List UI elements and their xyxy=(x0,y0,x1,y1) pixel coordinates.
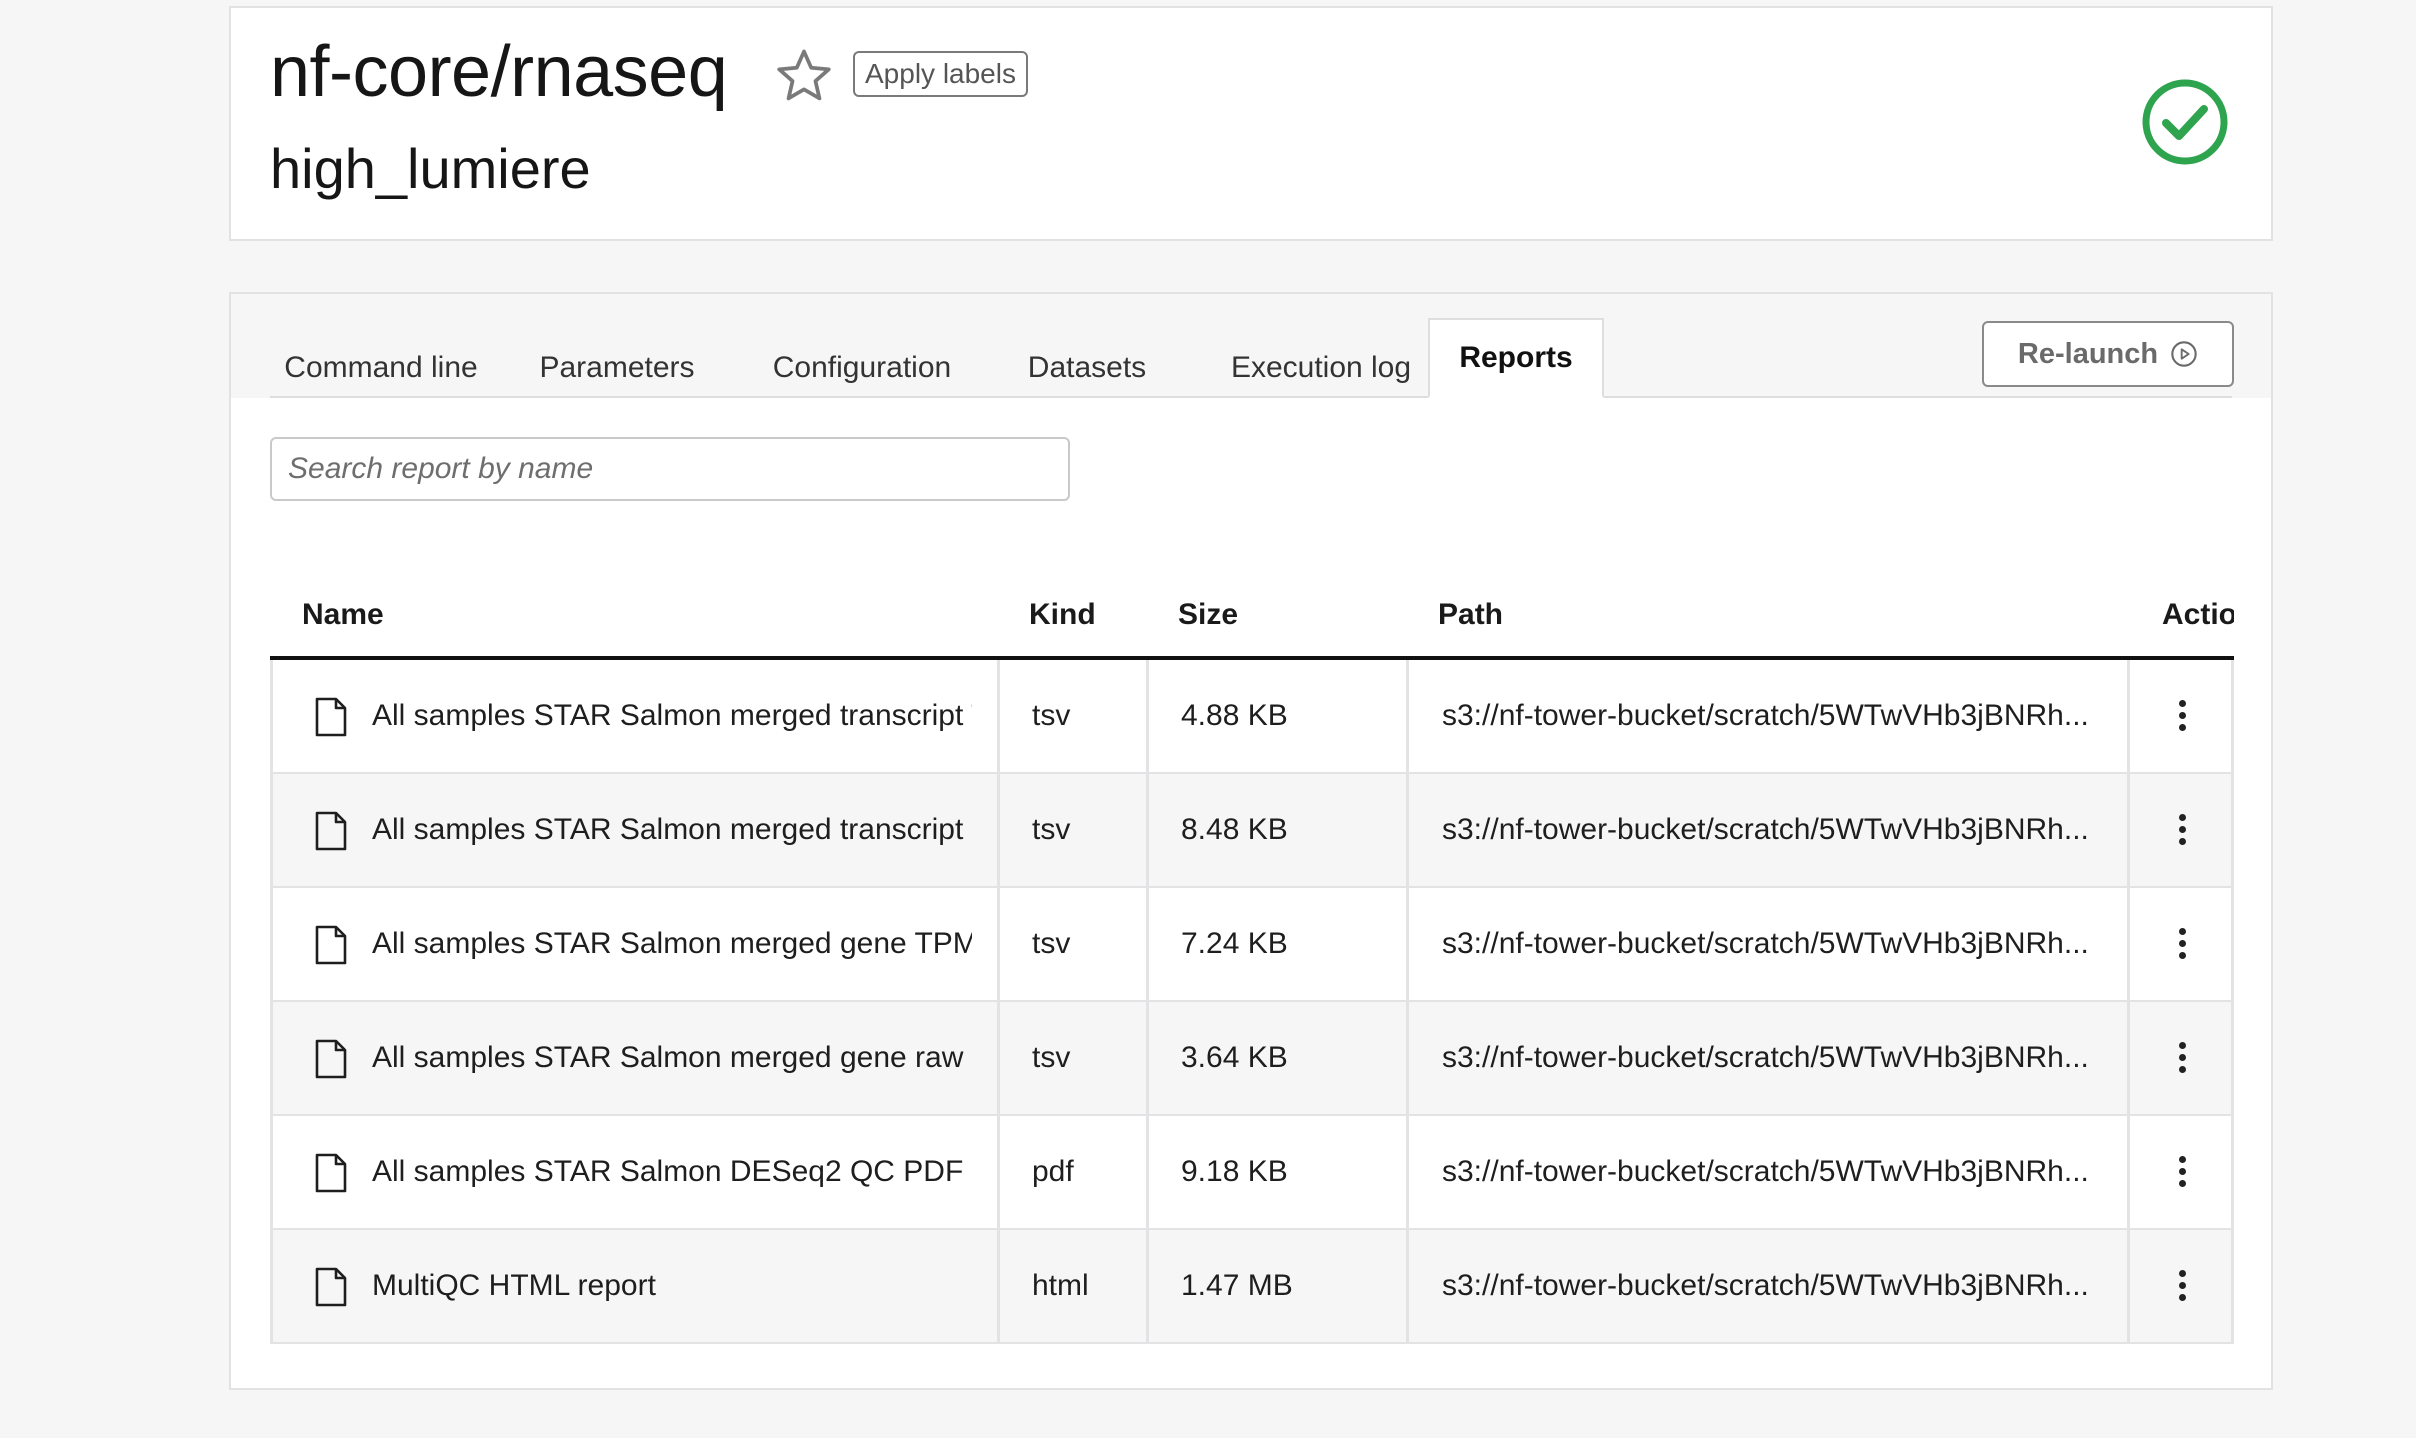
report-name: All samples STAR Salmon merged transcrip… xyxy=(372,813,972,846)
table-row[interactable]: MultiQC HTML report html 1.47 MB s3://nf… xyxy=(270,1230,2234,1344)
report-path: s3://nf-tower-bucket/scratch/5WTwVHb3jBN… xyxy=(1406,1116,2127,1228)
report-kind: tsv xyxy=(997,888,1146,1000)
search-input[interactable] xyxy=(270,437,1070,501)
apply-labels-button[interactable]: Apply labels xyxy=(853,51,1028,97)
table-row[interactable]: All samples STAR Salmon merged gene raw … xyxy=(270,1002,2234,1116)
star-icon[interactable] xyxy=(772,44,836,108)
report-kind: pdf xyxy=(997,1116,1146,1228)
report-name-cell[interactable]: All samples STAR Salmon merged gene TPM xyxy=(270,888,997,1000)
actions-cell xyxy=(2127,660,2234,772)
report-name: MultiQC HTML report xyxy=(372,1269,656,1302)
more-vertical-icon[interactable] xyxy=(2176,1270,2188,1302)
report-name-cell[interactable]: All samples STAR Salmon merged transcrip… xyxy=(270,774,997,886)
table-body: All samples STAR Salmon merged transcrip… xyxy=(270,660,2234,1344)
more-vertical-icon[interactable] xyxy=(2176,1156,2188,1188)
report-size: 3.64 KB xyxy=(1146,1002,1406,1114)
table-row[interactable]: All samples STAR Salmon DESeq2 QC PDF pl… xyxy=(270,1116,2234,1230)
report-path: s3://nf-tower-bucket/scratch/5WTwVHb3jBN… xyxy=(1406,1230,2127,1342)
report-path: s3://nf-tower-bucket/scratch/5WTwVHb3jBN… xyxy=(1406,1002,2127,1114)
report-name-cell[interactable]: All samples STAR Salmon merged gene raw … xyxy=(270,1002,997,1114)
report-kind: html xyxy=(997,1230,1146,1342)
report-path: s3://nf-tower-bucket/scratch/5WTwVHb3jBN… xyxy=(1406,660,2127,772)
file-icon xyxy=(315,697,347,737)
column-header-path[interactable]: Path xyxy=(1438,574,1503,656)
column-header-actions: Actions xyxy=(2162,598,2234,631)
report-kind: tsv xyxy=(997,660,1146,772)
tab-divider xyxy=(270,396,2232,398)
report-name: All samples STAR Salmon merged gene raw … xyxy=(372,1041,972,1074)
report-size: 1.47 MB xyxy=(1146,1230,1406,1342)
more-vertical-icon[interactable] xyxy=(2176,700,2188,732)
tab-datasets[interactable]: Datasets xyxy=(1007,338,1167,398)
file-icon xyxy=(315,925,347,965)
report-size: 7.24 KB xyxy=(1146,888,1406,1000)
report-path: s3://nf-tower-bucket/scratch/5WTwVHb3jBN… xyxy=(1406,888,2127,1000)
column-header-kind[interactable]: Kind xyxy=(1029,574,1096,656)
more-vertical-icon[interactable] xyxy=(2176,814,2188,846)
actions-cell xyxy=(2127,888,2234,1000)
tab-execution-log[interactable]: Execution log xyxy=(1191,338,1451,398)
report-kind: tsv xyxy=(997,774,1146,886)
file-icon xyxy=(315,1153,347,1193)
table-header: Name Kind Size Path Actions xyxy=(270,574,2234,660)
report-name-cell[interactable]: MultiQC HTML report xyxy=(270,1230,997,1342)
play-circle-icon xyxy=(2171,341,2197,367)
report-name: All samples STAR Salmon DESeq2 QC PDF pl… xyxy=(372,1155,972,1188)
column-header-size[interactable]: Size xyxy=(1178,574,1238,656)
table-row[interactable]: All samples STAR Salmon merged gene TPM … xyxy=(270,888,2234,1002)
run-header: nf-core/rnaseq Apply labels high_lumiere xyxy=(229,6,2273,241)
report-size: 4.88 KB xyxy=(1146,660,1406,772)
file-icon xyxy=(315,811,347,851)
report-name-cell[interactable]: All samples STAR Salmon merged transcrip… xyxy=(270,660,997,772)
report-kind: tsv xyxy=(997,1002,1146,1114)
file-icon xyxy=(315,1039,347,1079)
actions-cell xyxy=(2127,774,2234,886)
actions-cell xyxy=(2127,1230,2234,1342)
actions-cell xyxy=(2127,1002,2234,1114)
relaunch-button[interactable]: Re-launch xyxy=(1982,321,2234,387)
report-size: 8.48 KB xyxy=(1146,774,1406,886)
tab-parameters[interactable]: Parameters xyxy=(517,338,717,398)
more-vertical-icon[interactable] xyxy=(2176,1042,2188,1074)
column-header-name[interactable]: Name xyxy=(302,574,384,656)
tab-reports[interactable]: Reports xyxy=(1428,318,1604,398)
pipeline-title: nf-core/rnaseq xyxy=(270,32,728,112)
run-name: high_lumiere xyxy=(270,137,591,200)
report-size: 9.18 KB xyxy=(1146,1116,1406,1228)
table-row[interactable]: All samples STAR Salmon merged transcrip… xyxy=(270,774,2234,888)
report-name-cell[interactable]: All samples STAR Salmon DESeq2 QC PDF pl… xyxy=(270,1116,997,1228)
reports-table: Name Kind Size Path Actions All samples … xyxy=(270,574,2234,1344)
reports-panel: Command line Parameters Configuration Da… xyxy=(229,292,2273,1390)
report-path: s3://nf-tower-bucket/scratch/5WTwVHb3jBN… xyxy=(1406,774,2127,886)
report-name: All samples STAR Salmon merged gene TPM xyxy=(372,927,972,960)
tab-bar: Command line Parameters Configuration Da… xyxy=(231,294,2271,398)
more-vertical-icon[interactable] xyxy=(2176,928,2188,960)
relaunch-label: Re-launch xyxy=(2017,337,2159,370)
file-icon xyxy=(315,1267,347,1307)
tab-configuration[interactable]: Configuration xyxy=(740,338,984,398)
report-name: All samples STAR Salmon merged transcrip… xyxy=(372,699,972,732)
tab-command-line[interactable]: Command line xyxy=(270,338,492,398)
table-row[interactable]: All samples STAR Salmon merged transcrip… xyxy=(270,660,2234,774)
actions-cell xyxy=(2127,1116,2234,1228)
check-circle-icon xyxy=(2142,79,2228,165)
